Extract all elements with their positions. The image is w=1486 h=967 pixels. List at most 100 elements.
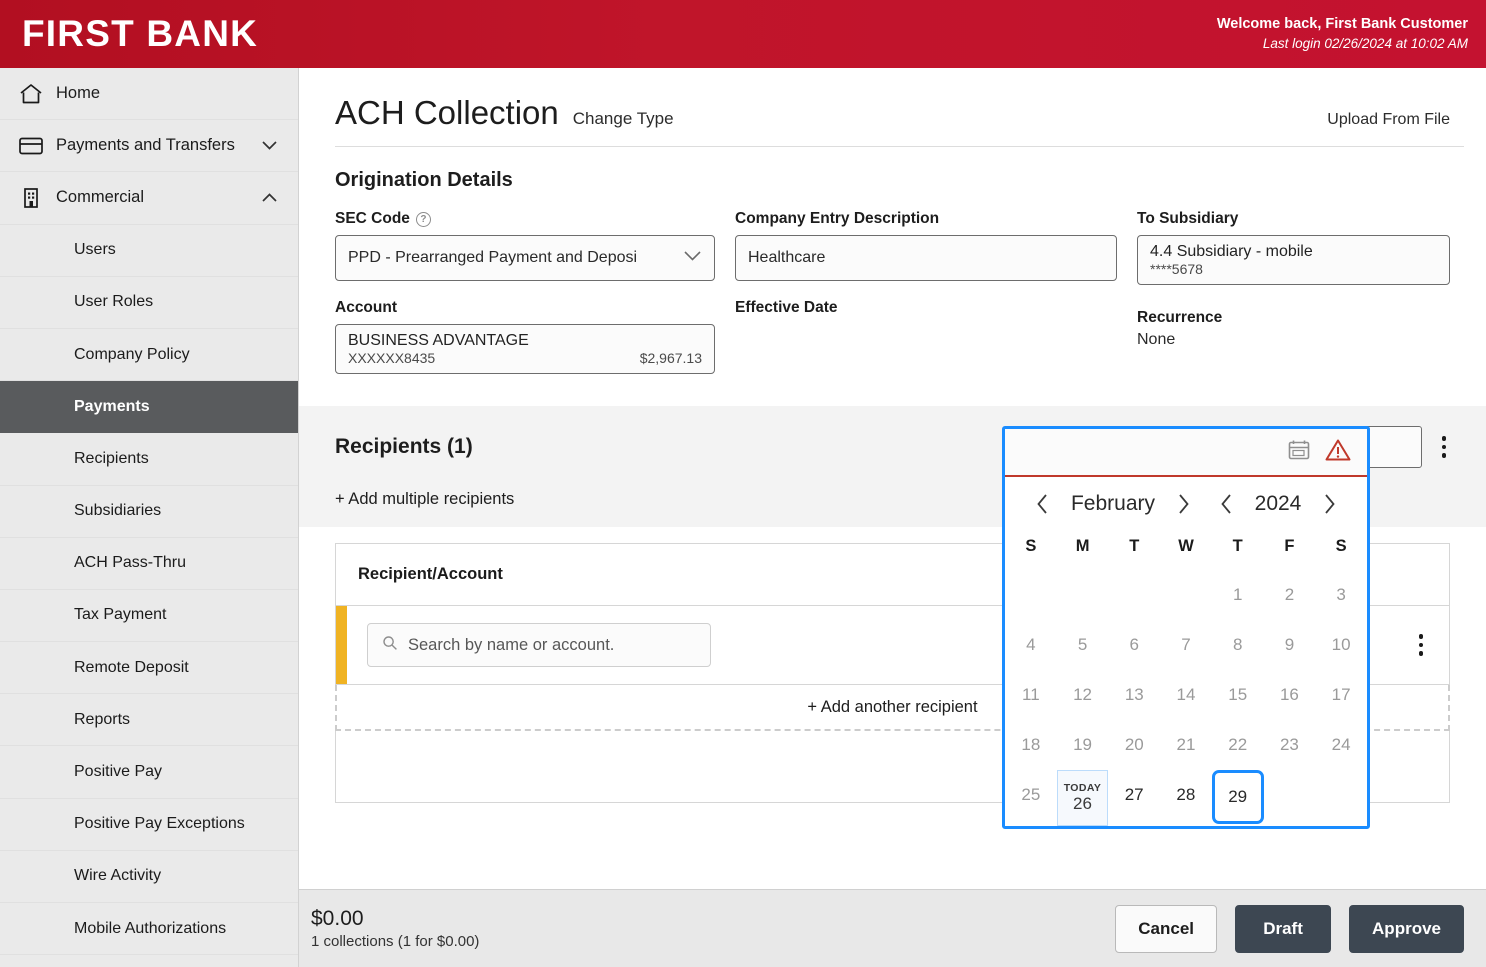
calendar-week-row: 4 5 6 7 8 9 10	[1005, 620, 1367, 670]
calendar-day[interactable]: 16	[1264, 670, 1316, 720]
to-subsidiary-value-box[interactable]: 4.4 Subsidiary - mobile ****5678	[1137, 235, 1450, 285]
calendar-day[interactable]: 20	[1108, 720, 1160, 770]
calendar-day-number: 26	[1073, 794, 1092, 813]
effective-date-input[interactable]	[1005, 429, 1367, 477]
sidebar-item-payments-and-transfers[interactable]: Payments and Transfers	[0, 120, 298, 173]
cancel-button[interactable]: Cancel	[1115, 904, 1218, 953]
prev-year-button[interactable]	[1214, 491, 1239, 517]
sidebar-item-remote-deposit[interactable]: Remote Deposit	[0, 642, 298, 695]
sidebar-item-subsidiaries[interactable]: Subsidiaries	[0, 486, 298, 538]
calendar-day[interactable]: 19	[1057, 720, 1109, 770]
account-value-box[interactable]: BUSINESS ADVANTAGE XXXXXX8435 $2,967.13	[335, 324, 715, 374]
calendar-day[interactable]: 11	[1005, 670, 1057, 720]
calendar-day[interactable]: 14	[1160, 670, 1212, 720]
calendar-day[interactable]: 8	[1212, 620, 1264, 670]
row-kebab-menu-icon[interactable]	[1415, 630, 1428, 660]
to-subsidiary-name: 4.4 Subsidiary - mobile	[1150, 243, 1313, 260]
calendar-icon[interactable]	[1287, 438, 1311, 467]
calendar-day[interactable]: 18	[1005, 720, 1057, 770]
sidebar-item-payments[interactable]: Payments	[0, 381, 298, 434]
row-status-accent	[336, 606, 347, 684]
sidebar-item-label: Payments	[74, 397, 150, 415]
calendar-day[interactable]: 21	[1160, 720, 1212, 770]
account-name: BUSINESS ADVANTAGE	[348, 332, 529, 349]
prev-month-button[interactable]	[1030, 491, 1055, 517]
account-label: Account	[335, 299, 397, 316]
total-amount: $0.00	[311, 907, 364, 930]
sidebar-item-label: ACH Pass-Thru	[74, 554, 187, 572]
bank-logo[interactable]: FIRST BANK	[22, 13, 258, 55]
calendar-day[interactable]: 24	[1315, 720, 1367, 770]
recipients-kebab-menu-icon[interactable]	[1438, 432, 1451, 462]
next-year-button[interactable]	[1317, 491, 1342, 517]
calendar-day[interactable]: 4	[1005, 620, 1057, 670]
calendar-day[interactable]: 7	[1160, 620, 1212, 670]
calendar-day[interactable]: 3	[1315, 570, 1367, 620]
sidebar-item-company-policy[interactable]: Company Policy	[0, 329, 298, 382]
calendar-day[interactable]: 23	[1264, 720, 1316, 770]
upload-from-file-link[interactable]: Upload From File	[1327, 111, 1450, 129]
sidebar-item-commercial[interactable]: Commercial	[0, 172, 298, 225]
recurrence-field: Recurrence None	[1137, 309, 1450, 349]
sidebar-item-positive-pay-exceptions[interactable]: Positive Pay Exceptions	[0, 799, 298, 851]
calendar-day[interactable]: 13	[1108, 670, 1160, 720]
draft-button[interactable]: Draft	[1235, 904, 1332, 953]
calendar-day[interactable]: 5	[1057, 620, 1109, 670]
sidebar-item-ach-pass-thru[interactable]: ACH Pass-Thru	[0, 538, 298, 590]
calendar-day-selected[interactable]: 29	[1211, 770, 1264, 824]
calendar-day[interactable]: 27	[1108, 770, 1160, 820]
sidebar-item-label: Positive Pay	[74, 763, 163, 781]
sidebar-item-label: Recipients	[74, 449, 149, 467]
change-type-link[interactable]: Change Type	[573, 109, 674, 129]
sidebar-item-user-roles[interactable]: User Roles	[0, 277, 298, 329]
calendar-day[interactable]: 12	[1057, 670, 1109, 720]
sidebar-item-recipients[interactable]: Recipients	[0, 433, 298, 486]
last-login-text: Last login 02/26/2024 at 10:02 AM	[1262, 35, 1468, 51]
search-icon	[382, 635, 398, 656]
account-balance: $2,967.13	[639, 350, 702, 366]
sidebar-item-positive-pay[interactable]: Positive Pay	[0, 746, 298, 799]
calendar-day[interactable]: 10	[1315, 620, 1367, 670]
sidebar-item-home[interactable]: Home	[0, 68, 298, 121]
calendar-day[interactable]: 15	[1212, 670, 1264, 720]
sidebar-item-label: Subsidiaries	[74, 502, 162, 520]
calendar-day[interactable]: 1	[1212, 570, 1264, 620]
calendar-day[interactable]: 22	[1212, 720, 1264, 770]
calendar-day[interactable]: 9	[1264, 620, 1316, 670]
company-entry-description-value: Healthcare	[748, 249, 826, 266]
effective-date-label: Effective Date	[735, 299, 838, 316]
recipient-name-search-input[interactable]: Search by name or account.	[367, 623, 711, 667]
sidebar-item-tax-payment[interactable]: Tax Payment	[0, 590, 298, 643]
approve-button[interactable]: Approve	[1349, 904, 1464, 953]
sidebar-item-label: Payments and Transfers	[56, 136, 235, 155]
sidebar-item-wire-activity[interactable]: Wire Activity	[0, 851, 298, 903]
calendar-dow-0: S	[1025, 537, 1037, 555]
help-icon[interactable]: ?	[415, 211, 431, 227]
calendar-day[interactable]: 25	[1005, 770, 1057, 820]
calendar-grid: 1 2 3 4 5 6 7 8 9 10 11 12 13 14 15 16 17 18 19 20 21 22 23 24 2…	[1005, 570, 1367, 826]
section-title-origination: Origination Details	[335, 169, 513, 191]
calendar-navigation: February 2024	[1005, 477, 1367, 527]
calendar-dow-4: T	[1232, 537, 1243, 555]
calendar-day[interactable]: 17	[1315, 670, 1367, 720]
calendar-year-label: 2024	[1254, 492, 1302, 515]
sec-code-select[interactable]: PPD - Prearranged Payment and Deposi	[335, 235, 715, 281]
chevron-down-icon[interactable]	[261, 140, 278, 151]
totals-block: $0.00 1 collections (1 for $0.00)	[311, 907, 479, 950]
sidebar-item-mobile-authorizations[interactable]: Mobile Authorizations	[0, 903, 298, 956]
sidebar-item-reports[interactable]: Reports	[0, 694, 298, 747]
today-label: TODAY	[1063, 782, 1102, 794]
main-content: ACH Collection Change Type Upload From F…	[299, 68, 1486, 967]
chevron-up-icon[interactable]	[261, 192, 278, 203]
effective-date-datepicker: February 2024 SMTWTFS 1 2 3 4 5 6 7 8 9 10 11 12 1	[1002, 426, 1370, 829]
calendar-day[interactable]: 2	[1264, 570, 1316, 620]
company-entry-description-input[interactable]: Healthcare	[735, 235, 1117, 281]
calendar-day-today[interactable]: TODAY 26	[1056, 770, 1109, 826]
calendar-day[interactable]: 6	[1108, 620, 1160, 670]
action-footer: $0.00 1 collections (1 for $0.00) Cancel…	[299, 889, 1486, 967]
sidebar-item-users[interactable]: Users	[0, 225, 298, 277]
next-month-button[interactable]	[1171, 491, 1196, 517]
company-entry-description-field: Company Entry Description Healthcare	[735, 210, 1117, 281]
calendar-day[interactable]: 28	[1160, 770, 1212, 820]
card-icon	[18, 135, 56, 157]
